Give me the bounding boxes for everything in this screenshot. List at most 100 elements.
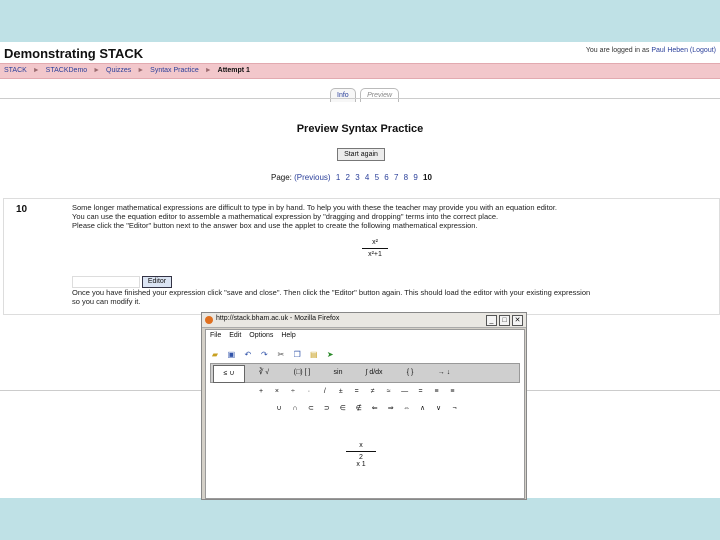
current-page: 10 xyxy=(423,173,432,182)
menu-edit[interactable]: Edit xyxy=(229,332,241,339)
symbol-button[interactable]: ¬ xyxy=(447,405,461,412)
symbol-button[interactable]: ≈ xyxy=(382,388,396,395)
pagination: Page: (Previous) 1 2 3 4 5 6 7 8 9 10 xyxy=(271,173,432,182)
symbol-button[interactable]: = xyxy=(414,388,428,395)
tab-preview[interactable]: Preview xyxy=(360,88,400,102)
question-box: 10 Some longer mathematical expressions … xyxy=(3,198,720,315)
target-expression: x² x²+1 xyxy=(362,239,388,258)
editor-toolbar: ▰ ▣ ↶ ↷ ✂ ❐ ▤ ➤ xyxy=(210,344,337,359)
page-link-2[interactable]: 2 xyxy=(346,173,350,182)
logout-link[interactable]: (Logout) xyxy=(690,47,716,54)
palette-tab-functions[interactable]: sin xyxy=(323,365,353,381)
login-user-link[interactable]: Paul Heben xyxy=(651,47,688,54)
symbol-button[interactable]: ≠ xyxy=(366,388,380,395)
question-followup: Once you have finished your expression c… xyxy=(72,288,712,306)
symbol-button[interactable]: ∨ xyxy=(432,404,446,412)
symbol-button[interactable]: ≡ xyxy=(429,388,443,395)
symbol-button[interactable]: ∪ xyxy=(272,404,286,412)
question-line: Please click the "Editor" button next to… xyxy=(72,221,478,230)
login-prefix: You are logged in as xyxy=(585,47,650,54)
page-link-6[interactable]: 6 xyxy=(384,173,388,182)
symbol-row-operators: + × ÷ · / ± = ≠ ≈ — = ≡ ≡ xyxy=(254,388,459,395)
previous-page-link[interactable]: (Previous) xyxy=(294,173,330,182)
breadcrumb-stack[interactable]: STACK xyxy=(4,67,27,74)
symbol-button[interactable]: ⇒ xyxy=(384,404,398,412)
menu-file[interactable]: File xyxy=(210,332,221,339)
page-link-9[interactable]: 9 xyxy=(413,173,417,182)
save-icon[interactable]: ▣ xyxy=(226,350,236,360)
question-line: You can use the equation editor to assem… xyxy=(72,212,499,221)
palette-tab-sets[interactable]: { } xyxy=(395,365,425,381)
symbol-button[interactable]: + xyxy=(254,388,268,395)
symbol-button[interactable]: ⊂ xyxy=(304,404,318,412)
breadcrumb-quizzes[interactable]: Quizzes xyxy=(106,67,131,74)
symbol-button[interactable]: × xyxy=(270,388,284,395)
equation-editor-applet: File Edit Options Help ▰ ▣ ↶ ↷ ✂ ❐ ▤ ➤ ≤… xyxy=(205,329,525,499)
menu-options[interactable]: Options xyxy=(249,332,273,339)
page-link-8[interactable]: 8 xyxy=(404,173,408,182)
symbol-button[interactable]: · xyxy=(302,388,316,395)
page-label: Page: xyxy=(271,173,292,182)
minimize-button[interactable]: _ xyxy=(486,315,497,326)
symbol-button[interactable]: ⇔ xyxy=(400,405,414,412)
cut-icon[interactable]: ✂ xyxy=(276,350,286,360)
tab-info[interactable]: Info xyxy=(330,88,356,102)
editor-exponent: 2 xyxy=(359,454,363,461)
page-link-5[interactable]: 5 xyxy=(375,173,379,182)
symbol-button[interactable]: ∈ xyxy=(336,404,350,412)
page-link-3[interactable]: 3 xyxy=(355,173,359,182)
redo-icon[interactable]: ↷ xyxy=(259,350,269,360)
answer-input[interactable] xyxy=(72,276,140,288)
open-folder-icon[interactable]: ▰ xyxy=(210,350,220,360)
popup-titlebar[interactable]: http://stack.bham.ac.uk - Mozilla Firefo… xyxy=(202,313,526,328)
page-link-4[interactable]: 4 xyxy=(365,173,369,182)
editor-button[interactable]: Editor xyxy=(142,276,172,288)
editor-expression[interactable]: x 2 x 1 xyxy=(346,442,376,468)
start-again-button[interactable]: Start again xyxy=(337,148,385,161)
breadcrumb-separator: ► xyxy=(32,67,40,74)
symbol-palette-tabs: ≤ ∪ ∛ √ (□) [ ] sin ∫ d/dx { } → ↓ xyxy=(210,363,520,383)
paste-icon[interactable]: ▤ xyxy=(309,350,319,360)
symbol-button[interactable]: ∉ xyxy=(352,404,366,412)
maximize-button[interactable]: □ xyxy=(499,315,510,326)
palette-tab-roots[interactable]: ∛ √ xyxy=(247,365,281,381)
symbol-button[interactable]: ⇐ xyxy=(368,404,382,412)
symbol-button[interactable]: ≡ xyxy=(445,388,459,395)
copy-icon[interactable]: ❐ xyxy=(292,350,302,360)
menu-help[interactable]: Help xyxy=(281,332,295,339)
close-button[interactable]: ✕ xyxy=(512,315,523,326)
palette-tab-brackets[interactable]: (□) [ ] xyxy=(285,365,319,381)
breadcrumb-syntax-practice[interactable]: Syntax Practice xyxy=(150,67,199,74)
fraction-bar xyxy=(362,248,388,249)
tab-divider xyxy=(0,98,720,99)
page-link-1[interactable]: 1 xyxy=(336,173,340,182)
symbol-button[interactable]: / xyxy=(318,388,332,395)
palette-tab-arrows[interactable]: → ↓ xyxy=(429,365,459,381)
palette-tab-relations[interactable]: ≤ ∪ xyxy=(213,365,245,383)
breadcrumb-separator: ► xyxy=(204,67,212,74)
question-text: Some longer mathematical expressions are… xyxy=(72,203,712,230)
breadcrumb-stackdemo[interactable]: STACKDemo xyxy=(46,67,88,74)
symbol-button[interactable]: ∩ xyxy=(288,405,302,412)
symbol-button[interactable]: ± xyxy=(334,388,348,395)
question-line: Some longer mathematical expressions are… xyxy=(72,203,558,212)
question-number: 10 xyxy=(16,204,28,215)
tab-bar: Info Preview xyxy=(330,84,400,102)
expression-denominator: x²+1 xyxy=(368,251,382,258)
symbol-button[interactable]: ∧ xyxy=(416,404,430,412)
firefox-icon xyxy=(205,316,213,324)
undo-icon[interactable]: ↶ xyxy=(243,350,253,360)
breadcrumb-current: Attempt 1 xyxy=(217,67,250,74)
symbol-row-logic: ∪ ∩ ⊂ ⊃ ∈ ∉ ⇐ ⇒ ⇔ ∧ ∨ ¬ xyxy=(272,404,461,412)
page-link-7[interactable]: 7 xyxy=(394,173,398,182)
symbol-button[interactable]: = xyxy=(350,388,364,395)
followup-line: so you can modify it. xyxy=(72,297,141,306)
breadcrumb: STACK ► STACKDemo ► Quizzes ► Syntax Pra… xyxy=(0,63,720,79)
symbol-button[interactable]: — xyxy=(398,388,412,395)
palette-tab-calculus[interactable]: ∫ d/dx xyxy=(357,365,391,381)
page-title: Preview Syntax Practice xyxy=(296,123,424,135)
symbol-button[interactable]: ⊃ xyxy=(320,404,334,412)
site-title: Demonstrating STACK xyxy=(4,46,144,61)
export-icon[interactable]: ➤ xyxy=(325,350,335,360)
symbol-button[interactable]: ÷ xyxy=(286,388,300,395)
